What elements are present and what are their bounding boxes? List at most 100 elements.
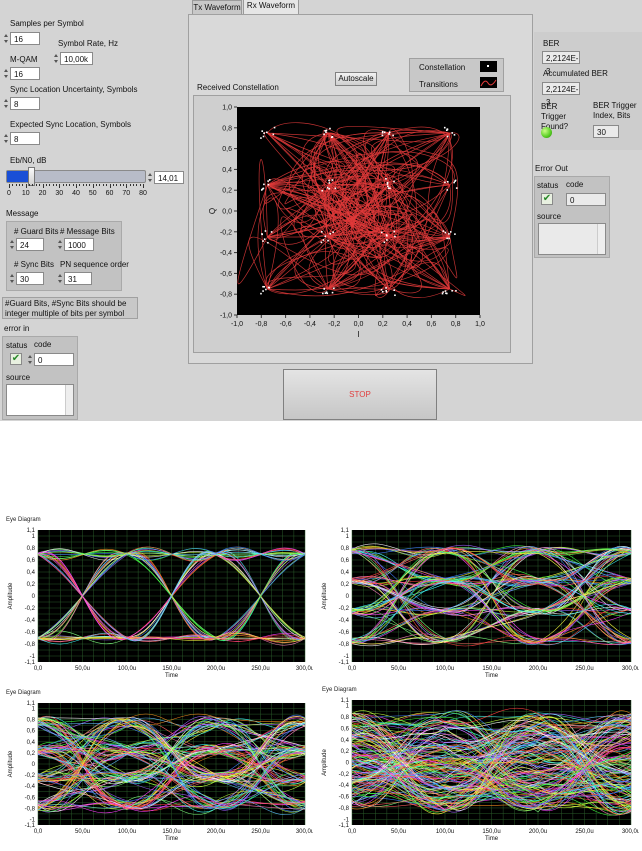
- guard-bits-spinner[interactable]: [10, 238, 15, 251]
- slider-tick: [126, 184, 128, 188]
- mqam-field[interactable]: 16: [10, 67, 40, 80]
- slider-tick-label: 0: [7, 190, 11, 197]
- y-tick-label: -0,2: [220, 229, 232, 236]
- constellation-point: [380, 231, 383, 234]
- tab-tx-waveform[interactable]: Tx Waveform: [192, 0, 242, 14]
- eye-x-tick-label: 150,0u: [162, 829, 180, 835]
- eye-x-tick-label: 100,0u: [436, 829, 454, 835]
- constellation-point: [334, 187, 337, 190]
- eye-y-tick-label: -0,4: [25, 784, 36, 790]
- sync-bits-label: # Sync Bits: [14, 260, 55, 269]
- sync-uncertainty-field[interactable]: 8: [10, 97, 40, 110]
- autoscale-button[interactable]: Autoscale: [335, 72, 377, 86]
- eye-x-tick-label: 0,0: [34, 666, 43, 672]
- eye-x-tick-label: 100,0u: [118, 666, 136, 672]
- slider-tick-label: 80: [139, 190, 147, 197]
- symbol-rate-field[interactable]: 10,00k: [60, 52, 93, 65]
- eye-y-tick-label: -0,8: [25, 642, 36, 648]
- tab-rx-waveform[interactable]: Rx Waveform: [243, 0, 299, 14]
- constellation-point: [386, 181, 389, 184]
- slider-tick: [86, 184, 88, 186]
- slider-tick: [96, 184, 98, 186]
- error-out-source-scrollbar[interactable]: [597, 224, 605, 254]
- error-out-title: Error Out: [535, 164, 568, 173]
- constellation-point: [262, 240, 264, 242]
- error-in-code-spinner[interactable]: [28, 353, 33, 366]
- error-out-code-label: code: [566, 180, 584, 189]
- constellation-point: [394, 294, 396, 297]
- slider-tick: [59, 184, 61, 188]
- error-in-status-label: status: [6, 341, 28, 350]
- eye-y-tick-label: 0,4: [27, 570, 36, 576]
- slider-tick: [132, 184, 134, 186]
- constellation-point: [262, 285, 264, 288]
- samples-per-symbol-field[interactable]: 16: [10, 32, 40, 45]
- eye-y-tick-label: 1: [32, 534, 36, 540]
- mqam-spinner[interactable]: [4, 67, 9, 80]
- constellation-point: [324, 235, 327, 238]
- constellation-point: [325, 129, 328, 132]
- eye-y-tick-label: -0,8: [339, 642, 350, 648]
- slider-tick: [55, 184, 57, 186]
- constellation-point: [446, 189, 449, 191]
- expected-sync-field[interactable]: 8: [10, 132, 40, 145]
- expected-sync-label: Expected Sync Location, Symbols: [10, 120, 131, 129]
- message-bits-spinner[interactable]: [58, 238, 63, 251]
- constellation-point: [446, 180, 449, 183]
- guard-bits-field[interactable]: 24: [16, 238, 44, 251]
- slider-tick-label: 20: [38, 190, 47, 197]
- slider-tick: [102, 184, 104, 186]
- error-in-code-field[interactable]: 0: [34, 353, 74, 366]
- constellation-point: [260, 189, 263, 191]
- sync-bits-field[interactable]: 30: [16, 272, 44, 285]
- pn-order-spinner[interactable]: [58, 272, 63, 285]
- slider-tick: [9, 184, 10, 188]
- eye-y-tick-label: 1: [32, 707, 36, 713]
- message-bits-field[interactable]: 1000: [64, 238, 94, 251]
- y-tick-label: -0,4: [220, 250, 232, 257]
- ber-trigger-led: [541, 127, 552, 138]
- error-in-status-check-icon[interactable]: ✔: [10, 353, 22, 365]
- constellation-point: [451, 132, 453, 134]
- slider-tick: [15, 184, 17, 186]
- constellation-point: [443, 126, 446, 129]
- sync-bits-spinner[interactable]: [10, 272, 15, 285]
- eye-y-tick-label: -0,2: [25, 773, 36, 779]
- legend-transitions-swatch: [480, 77, 497, 88]
- eye-y-tick-label: 0,2: [341, 749, 350, 755]
- eye-y-tick-label: -0,2: [25, 606, 36, 612]
- ebn0-field[interactable]: 14,01: [154, 171, 184, 184]
- constellation-title: Received Constellation: [197, 83, 279, 92]
- slider-tick: [99, 184, 101, 186]
- x-tick-label: -1,0: [231, 321, 243, 328]
- eye-x-axis-label: Time: [165, 673, 179, 679]
- error-out-source-field[interactable]: [538, 223, 606, 255]
- x-tick-label: -0,4: [304, 321, 316, 328]
- error-in-source-scrollbar[interactable]: [65, 385, 73, 415]
- slider-tick: [119, 184, 121, 186]
- eye-y-tick-label: 0,2: [27, 751, 36, 757]
- constellation-point: [386, 234, 388, 237]
- slider-tick: [39, 184, 41, 186]
- y-tick-label: 0,6: [222, 146, 232, 153]
- expected-sync-spinner[interactable]: [4, 132, 9, 145]
- eye-y-tick-label: 0: [346, 594, 350, 600]
- error-out-status-check-icon: ✔: [541, 193, 553, 205]
- pn-order-field[interactable]: 31: [64, 272, 92, 285]
- eye-x-tick-label: 200,0u: [207, 666, 225, 672]
- constellation-point: [322, 292, 324, 295]
- constellation-point: [321, 230, 323, 233]
- constellation-point: [324, 130, 326, 132]
- eye-x-tick-label: 200,0u: [529, 666, 547, 672]
- slider-tick-label: 40: [72, 190, 80, 197]
- error-in-source-field[interactable]: [6, 384, 74, 416]
- ebn0-spinner[interactable]: [148, 171, 153, 184]
- stop-button[interactable]: STOP: [283, 369, 437, 420]
- eye-diagram-4-title: Eye Diagram: [322, 687, 357, 693]
- symbol-rate-spinner[interactable]: [54, 52, 59, 65]
- slider-tick-label: 60: [105, 190, 114, 197]
- guard-bits-label: # Guard Bits: [14, 227, 59, 236]
- samples-per-symbol-spinner[interactable]: [4, 32, 9, 45]
- symbol-rate-label: Symbol Rate, Hz: [58, 39, 119, 48]
- sync-uncertainty-spinner[interactable]: [4, 97, 9, 110]
